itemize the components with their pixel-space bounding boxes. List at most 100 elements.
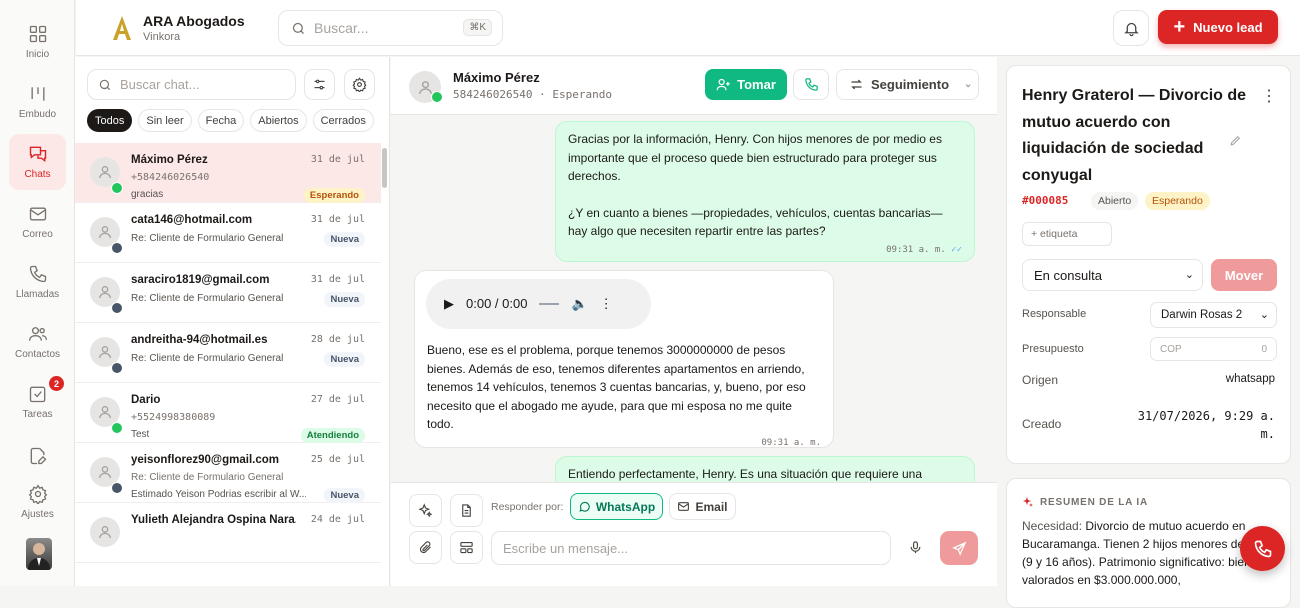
template-button[interactable]	[450, 494, 483, 527]
email-channel-icon	[111, 302, 123, 314]
brand-logo-icon	[110, 14, 134, 42]
stage-select[interactable]: En consulta ⌄	[1022, 259, 1203, 291]
filter-cerrados[interactable]: Cerrados	[312, 109, 374, 132]
notifications-button[interactable]	[1113, 10, 1149, 46]
budget-value: 0	[1261, 343, 1267, 355]
pencil-icon[interactable]	[1229, 134, 1242, 147]
message-time: 09:31 a. m.	[761, 437, 821, 448]
chat-preview: Re: Cliente de Formulario General	[131, 233, 284, 244]
nav-item-tareas[interactable]: Tareas 2	[9, 374, 66, 430]
gear-icon	[28, 484, 47, 504]
nav-label: Correo	[22, 229, 53, 240]
audio-player[interactable]: ▶ 0:00 / 0:00 🔈 ⋮	[426, 279, 651, 329]
email-channel-icon	[111, 482, 123, 494]
chat-date: 27 de jul	[310, 394, 365, 405]
message-time: 09:31 a. m. ✓✓	[886, 244, 962, 255]
chat-phone: +5524998380089	[131, 412, 216, 423]
chat-list-scrollbar[interactable]	[382, 148, 387, 188]
nav-item-inicio[interactable]: Inicio	[9, 14, 66, 70]
gear-icon	[352, 77, 367, 92]
chat-name: cata146@hotmail.com	[131, 214, 253, 226]
nav-item-llamadas[interactable]: Llamadas	[9, 254, 66, 310]
chat-list-item[interactable]: saraciro1819@gmail.com 31 de jul Re: Cli…	[75, 263, 381, 323]
chat-search-placeholder: Buscar chat...	[120, 77, 200, 92]
send-button[interactable]	[940, 531, 978, 565]
creado-label: Creado	[1022, 417, 1062, 431]
lead-title: Henry Graterol — Divorcio de mutuo acuer…	[1022, 87, 1247, 184]
responsable-label: Responsable	[1022, 308, 1087, 320]
chat-list-item[interactable]: Máximo Pérez 31 de jul +584246026540 gra…	[75, 143, 381, 203]
global-search-input[interactable]: Buscar... ⌘K	[278, 10, 503, 46]
search-icon	[99, 79, 111, 90]
audio-progress-bar[interactable]	[539, 303, 560, 305]
message-outgoing: Gracias por la información, Henry. Con h…	[555, 121, 975, 262]
message-input[interactable]: Escribe un mensaje...	[491, 531, 891, 565]
plus-icon: +	[1173, 16, 1186, 38]
channel-label: Email	[695, 499, 728, 514]
layout-button[interactable]	[450, 531, 483, 564]
responsable-select[interactable]: Darwin Rosas 2 ⌄	[1150, 302, 1277, 328]
attach-button[interactable]	[409, 531, 442, 564]
chat-list-panel: Buscar chat... Todos Sin leer Fecha Abie…	[75, 57, 390, 586]
chat-icon	[29, 146, 46, 163]
nav-item-chats[interactable]: Chats	[9, 134, 66, 190]
message-text: ¿Y en cuanto a bienes —propiedades, vehí…	[568, 205, 943, 239]
bell-icon	[1123, 22, 1139, 36]
sparkles-icon	[418, 503, 433, 518]
move-button[interactable]: Mover	[1211, 259, 1277, 291]
add-tag-input[interactable]: + etiqueta	[1022, 222, 1112, 246]
filter-settings-button[interactable]	[304, 69, 335, 100]
new-lead-button[interactable]: + Nuevo lead	[1158, 10, 1278, 44]
email-channel-icon	[111, 242, 123, 254]
chevron-down-icon: ⌄	[1259, 309, 1269, 321]
status-select[interactable]: Seguimiento ⌄	[836, 69, 979, 100]
floating-call-button[interactable]	[1240, 526, 1285, 571]
more-options-icon[interactable]: ⋮	[1261, 86, 1277, 106]
nav-label: Inicio	[25, 49, 50, 60]
ai-assist-button[interactable]	[409, 494, 442, 527]
chat-list-item[interactable]: Dario 27 de jul +5524998380089 Test Aten…	[75, 383, 381, 443]
chat-preview: gracias	[131, 189, 164, 200]
status-badge: Nueva	[324, 352, 365, 367]
chat-name: Dario	[131, 394, 161, 406]
shortcut-hint: ⌘K	[463, 19, 492, 36]
play-icon[interactable]: ▶	[444, 295, 454, 314]
channel-whatsapp-button[interactable]: WhatsApp	[570, 493, 663, 520]
volume-icon[interactable]: 🔈	[571, 295, 587, 314]
channel-email-button[interactable]: Email	[669, 493, 736, 520]
nav-item-embudo[interactable]: Embudo	[9, 74, 66, 130]
chat-list-item[interactable]: yeisonflorez90@gmail.com 25 de jul Re: C…	[75, 443, 381, 503]
user-avatar[interactable]	[26, 538, 52, 570]
nav-item-ajustes[interactable]: Ajustes	[9, 474, 66, 530]
nav-label: Ajustes	[21, 509, 54, 520]
chat-date: 28 de jul	[310, 334, 365, 345]
nav-item-correo[interactable]: Correo	[9, 194, 66, 250]
chat-list-item[interactable]: Yulieth Alejandra Ospina Nara... 24 de j…	[75, 503, 381, 563]
chat-list-item[interactable]: cata146@hotmail.com 31 de jul Re: Client…	[75, 203, 381, 263]
chat-phone: +584246026540	[131, 172, 210, 183]
more-options-icon[interactable]: ⋮	[600, 295, 613, 314]
chat-settings-button[interactable]	[344, 69, 375, 100]
filter-sin-leer[interactable]: Sin leer	[138, 109, 192, 132]
chat-preview: Re: Cliente de Formulario General	[131, 293, 284, 304]
ai-need-label: Necesidad:	[1022, 519, 1083, 533]
brand-name: ARA Abogados	[143, 13, 245, 29]
call-button[interactable]	[793, 69, 829, 100]
filter-todos[interactable]: Todos	[87, 109, 133, 132]
conversation-header: Máximo Pérez 584246026540 · Esperando To…	[391, 57, 997, 115]
message-incoming: ▶ 0:00 / 0:00 🔈 ⋮ Bueno, ese es el probl…	[414, 270, 834, 448]
chat-search-input[interactable]: Buscar chat...	[87, 69, 296, 100]
take-chat-button[interactable]: Tomar	[705, 69, 787, 100]
whatsapp-icon	[431, 91, 443, 103]
budget-input[interactable]: COP 0	[1150, 337, 1277, 361]
lead-stage-badge: Esperando	[1145, 192, 1210, 210]
voice-record-button[interactable]	[899, 531, 932, 564]
filter-fecha[interactable]: Fecha	[197, 109, 245, 132]
phone-icon	[1254, 540, 1271, 557]
chat-date: 31 de jul	[310, 154, 365, 165]
filter-abiertos[interactable]: Abiertos	[250, 109, 307, 132]
chat-list-item[interactable]: andreitha-94@hotmail.es 28 de jul Re: Cl…	[75, 323, 381, 383]
mail-icon	[678, 502, 690, 511]
nav-item-contactos[interactable]: Contactos	[9, 314, 66, 370]
sparkles-icon	[1023, 497, 1033, 507]
